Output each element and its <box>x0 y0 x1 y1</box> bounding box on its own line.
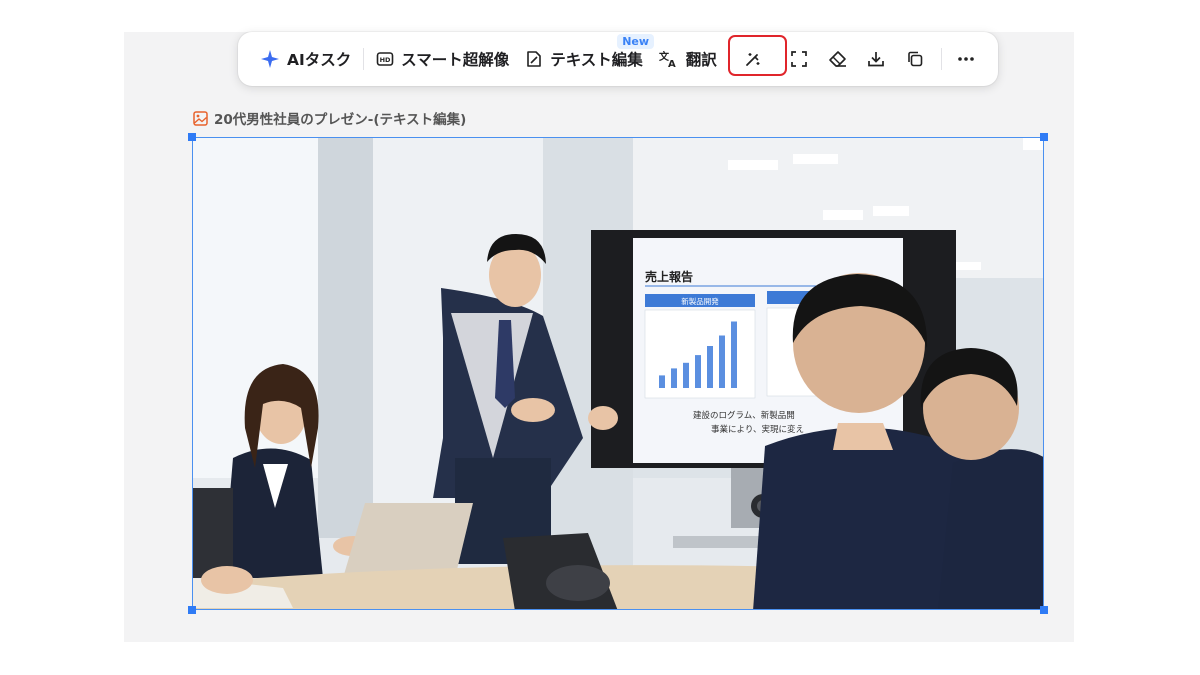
resize-handle-bottom-right[interactable] <box>1040 606 1048 614</box>
sparkle-icon <box>261 50 279 68</box>
slide-bar <box>719 335 725 388</box>
translate-button[interactable]: 文 A 翻訳 <box>651 40 725 78</box>
image-title: 20代男性社員のプレゼン-(テキスト編集) <box>193 108 466 128</box>
slide-bar <box>731 321 737 388</box>
image-toolbar: AIタスク HD スマート超解像 テキスト編集 New 文 A 翻訳 <box>238 32 998 86</box>
resize-handle-top-right[interactable] <box>1040 133 1048 141</box>
slide-text-line1: 建設のログラム、新製品開 <box>693 410 795 421</box>
svg-text:HD: HD <box>380 56 391 64</box>
text-edit-icon <box>527 51 542 67</box>
download-button[interactable] <box>860 41 892 77</box>
download-icon <box>868 52 884 67</box>
slide-header-left: 新製品開発 <box>681 296 719 306</box>
resize-handle-top-left[interactable] <box>188 133 196 141</box>
selected-image[interactable]: 売上報告 新製品開発 建設のログラム、新製品開 事業により、実現に変え <box>192 137 1044 610</box>
fullscreen-icon <box>791 51 808 67</box>
text-edit-button[interactable]: テキスト編集 New <box>517 34 655 78</box>
toolbar-divider <box>363 48 365 70</box>
copy-button[interactable] <box>898 41 930 77</box>
slide-bar <box>695 355 701 388</box>
eraser-button[interactable] <box>822 41 854 77</box>
more-button[interactable] <box>950 41 982 77</box>
toolbar-divider <box>940 48 942 70</box>
translate-label: 翻訳 <box>685 51 717 69</box>
hd-icon: HD <box>376 52 394 66</box>
slide-bar <box>659 375 665 388</box>
resize-handle-bottom-left[interactable] <box>188 606 196 614</box>
svg-text:A: A <box>668 59 676 68</box>
super-resolution-label: スマート超解像 <box>401 51 510 69</box>
new-badge: New <box>617 34 655 49</box>
slide-bar <box>671 368 677 388</box>
presentation-photo: 売上報告 新製品開発 建設のログラム、新製品開 事業により、実現に変え <box>193 138 1043 609</box>
more-icon <box>958 57 974 61</box>
slide-title: 売上報告 <box>645 269 693 284</box>
ai-task-label: AIタスク <box>287 51 352 69</box>
slide-text-line2: 事業により、実現に変え <box>711 424 804 435</box>
image-icon <box>193 110 208 126</box>
super-resolution-button[interactable]: HD スマート超解像 <box>368 40 517 78</box>
image-title-text: 20代男性社員のプレゼン-(テキスト編集) <box>214 112 467 128</box>
ai-task-button[interactable]: AIタスク <box>252 40 359 78</box>
highlight-box <box>728 35 787 76</box>
fullscreen-button[interactable] <box>783 41 815 77</box>
translate-icon: 文 A <box>659 50 676 68</box>
copy-icon <box>907 51 922 67</box>
slide-bar <box>707 346 713 388</box>
slide-bar <box>683 362 689 388</box>
text-edit-label: テキスト編集 <box>550 51 643 69</box>
eraser-icon <box>828 51 846 67</box>
